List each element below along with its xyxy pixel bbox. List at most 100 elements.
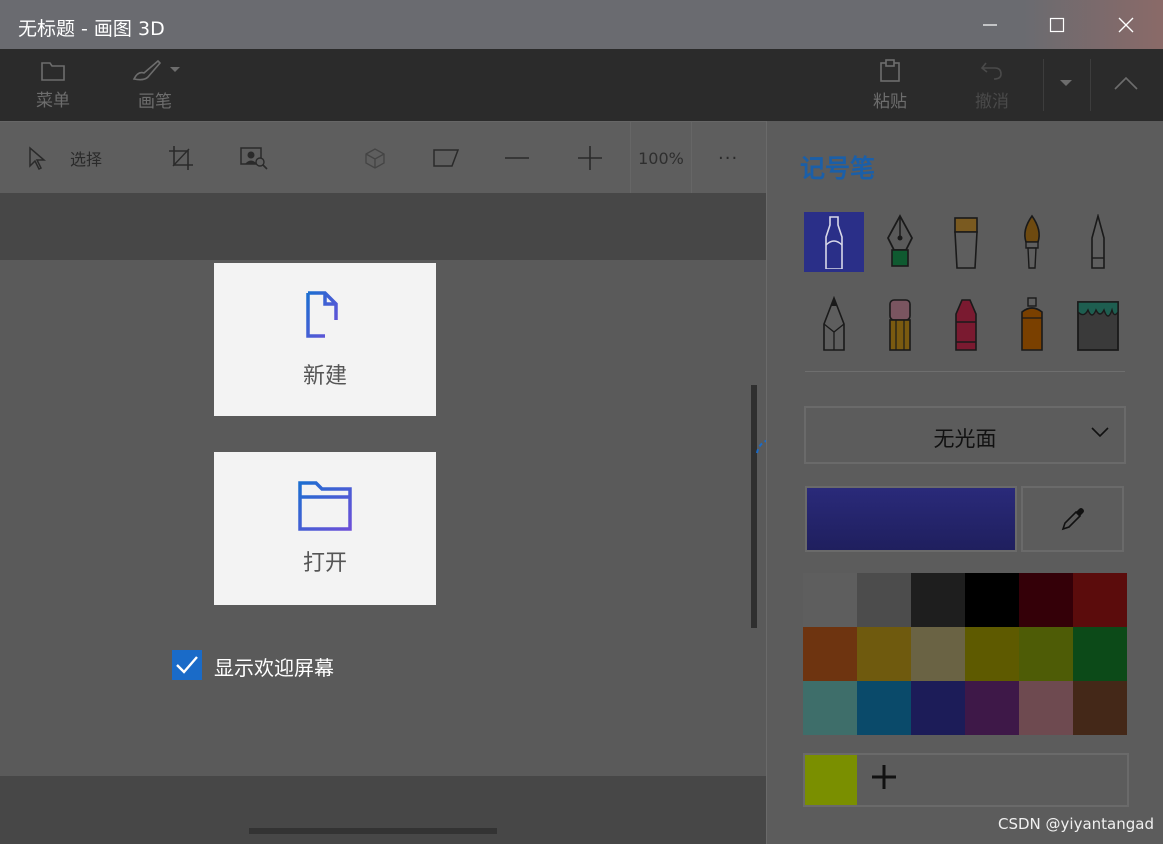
marker-icon [825,216,843,269]
undo-button[interactable]: 撤消 [962,49,1022,121]
more-options-button[interactable]: ··· [718,122,738,194]
workspace-top [0,193,766,260]
finish-value: 无光面 [933,427,997,451]
brush-icon [132,59,180,80]
close-button[interactable] [1096,0,1156,49]
color-swatch[interactable] [1019,627,1073,681]
calligraphy-pen-icon [886,214,914,267]
color-swatch[interactable] [803,573,857,627]
zoom-out-button[interactable] [504,122,530,194]
spray-can-brush[interactable] [1002,294,1062,354]
watercolor-icon [1024,214,1040,269]
chevron-up-icon [1114,76,1138,90]
zoom-in-button[interactable] [577,122,603,194]
add-color-button[interactable] [871,763,897,795]
brush-panel: 记号笔 无光面 [766,121,1163,844]
color-swatch[interactable] [803,681,857,735]
tool-bar: 选择 100% ··· [0,121,766,194]
maximize-icon [1049,17,1065,32]
folder-icon [41,61,65,81]
crop-icon [169,146,193,170]
close-icon [1118,17,1134,32]
color-palette [803,573,1127,735]
oil-brush[interactable] [936,212,996,272]
color-swatch[interactable] [1019,573,1073,627]
paste-label: 粘贴 [873,91,907,112]
crayon-icon [955,299,977,351]
new-file-icon [306,290,342,342]
fill-bucket-brush[interactable] [1068,294,1128,354]
plus-icon [872,765,896,789]
chevron-down-icon [1091,427,1109,438]
color-swatch[interactable] [1073,573,1127,627]
pixel-pen-brush[interactable] [1068,212,1128,272]
calligraphy-pen-brush[interactable] [870,212,930,272]
magic-select-icon [240,147,268,170]
color-swatch[interactable] [857,627,911,681]
color-swatch[interactable] [965,573,1019,627]
pixel-pen-icon [1091,214,1105,269]
menu-button[interactable]: 菜单 [20,49,86,121]
color-swatch[interactable] [965,627,1019,681]
open-label: 打开 [302,550,347,576]
horizontal-scrollbar[interactable] [249,828,497,834]
minimize-button[interactable] [960,0,1020,49]
paste-button[interactable]: 粘贴 [860,49,920,121]
panel-title: 记号笔 [800,154,876,183]
watermark: CSDN @yiyantangad [998,815,1154,833]
finish-dropdown[interactable]: 无光面 [804,406,1126,464]
color-swatch[interactable] [1073,681,1127,735]
color-swatch[interactable] [857,573,911,627]
more-commands-button[interactable] [1050,49,1082,121]
open-folder-icon [298,480,352,531]
crop-button[interactable] [168,122,194,194]
eyedropper-button[interactable] [1021,486,1124,552]
color-swatch[interactable] [911,573,965,627]
checkmark-icon [176,656,198,674]
3d-library-button[interactable] [362,122,388,194]
minus-icon [505,157,529,159]
menu-label: 菜单 [36,90,70,111]
maximize-button[interactable] [1027,0,1087,49]
color-swatch[interactable] [803,627,857,681]
color-swatch[interactable] [1019,681,1073,735]
watercolor-brush[interactable] [1002,212,1062,272]
color-swatch[interactable] [857,681,911,735]
minimize-icon [983,23,997,26]
paste-icon [880,58,900,82]
new-button[interactable]: 新建 [214,263,436,416]
select-label: 选择 [70,150,103,169]
magic-select-button[interactable] [240,122,268,194]
oil-brush-icon [954,217,978,269]
divider [1043,59,1044,111]
show-welcome-checkbox[interactable] [172,650,202,680]
marker-brush[interactable] [804,212,864,272]
zoom-level[interactable]: 100% [630,122,692,194]
spray-can-icon [1021,297,1043,351]
color-swatch[interactable] [911,681,965,735]
custom-color-swatch[interactable] [805,755,857,805]
eraser-brush[interactable] [870,294,930,354]
current-color-swatch[interactable] [805,486,1017,552]
brush-label: 画笔 [138,91,172,112]
eraser-icon [889,299,911,351]
plus-icon [578,146,602,170]
open-button[interactable]: 打开 [214,452,436,605]
collapse-button[interactable] [1100,49,1152,121]
cursor-icon [29,146,47,170]
sticker-icon [433,149,460,167]
color-swatch[interactable] [911,627,965,681]
crayon-brush[interactable] [936,294,996,354]
show-welcome-label[interactable]: 显示欢迎屏幕 [214,652,334,681]
stickers-button[interactable] [432,122,460,194]
color-swatch[interactable] [965,681,1019,735]
undo-icon [980,62,1002,80]
vertical-scrollbar[interactable] [751,385,757,628]
undo-label: 撤消 [975,91,1009,112]
select-button[interactable]: 选择 [26,122,102,194]
3d-shapes-icon [365,148,385,169]
color-swatch[interactable] [1073,627,1127,681]
pencil-icon [823,296,845,351]
brushes-tab[interactable]: 画笔 [120,49,190,121]
pencil-brush[interactable] [804,294,864,354]
